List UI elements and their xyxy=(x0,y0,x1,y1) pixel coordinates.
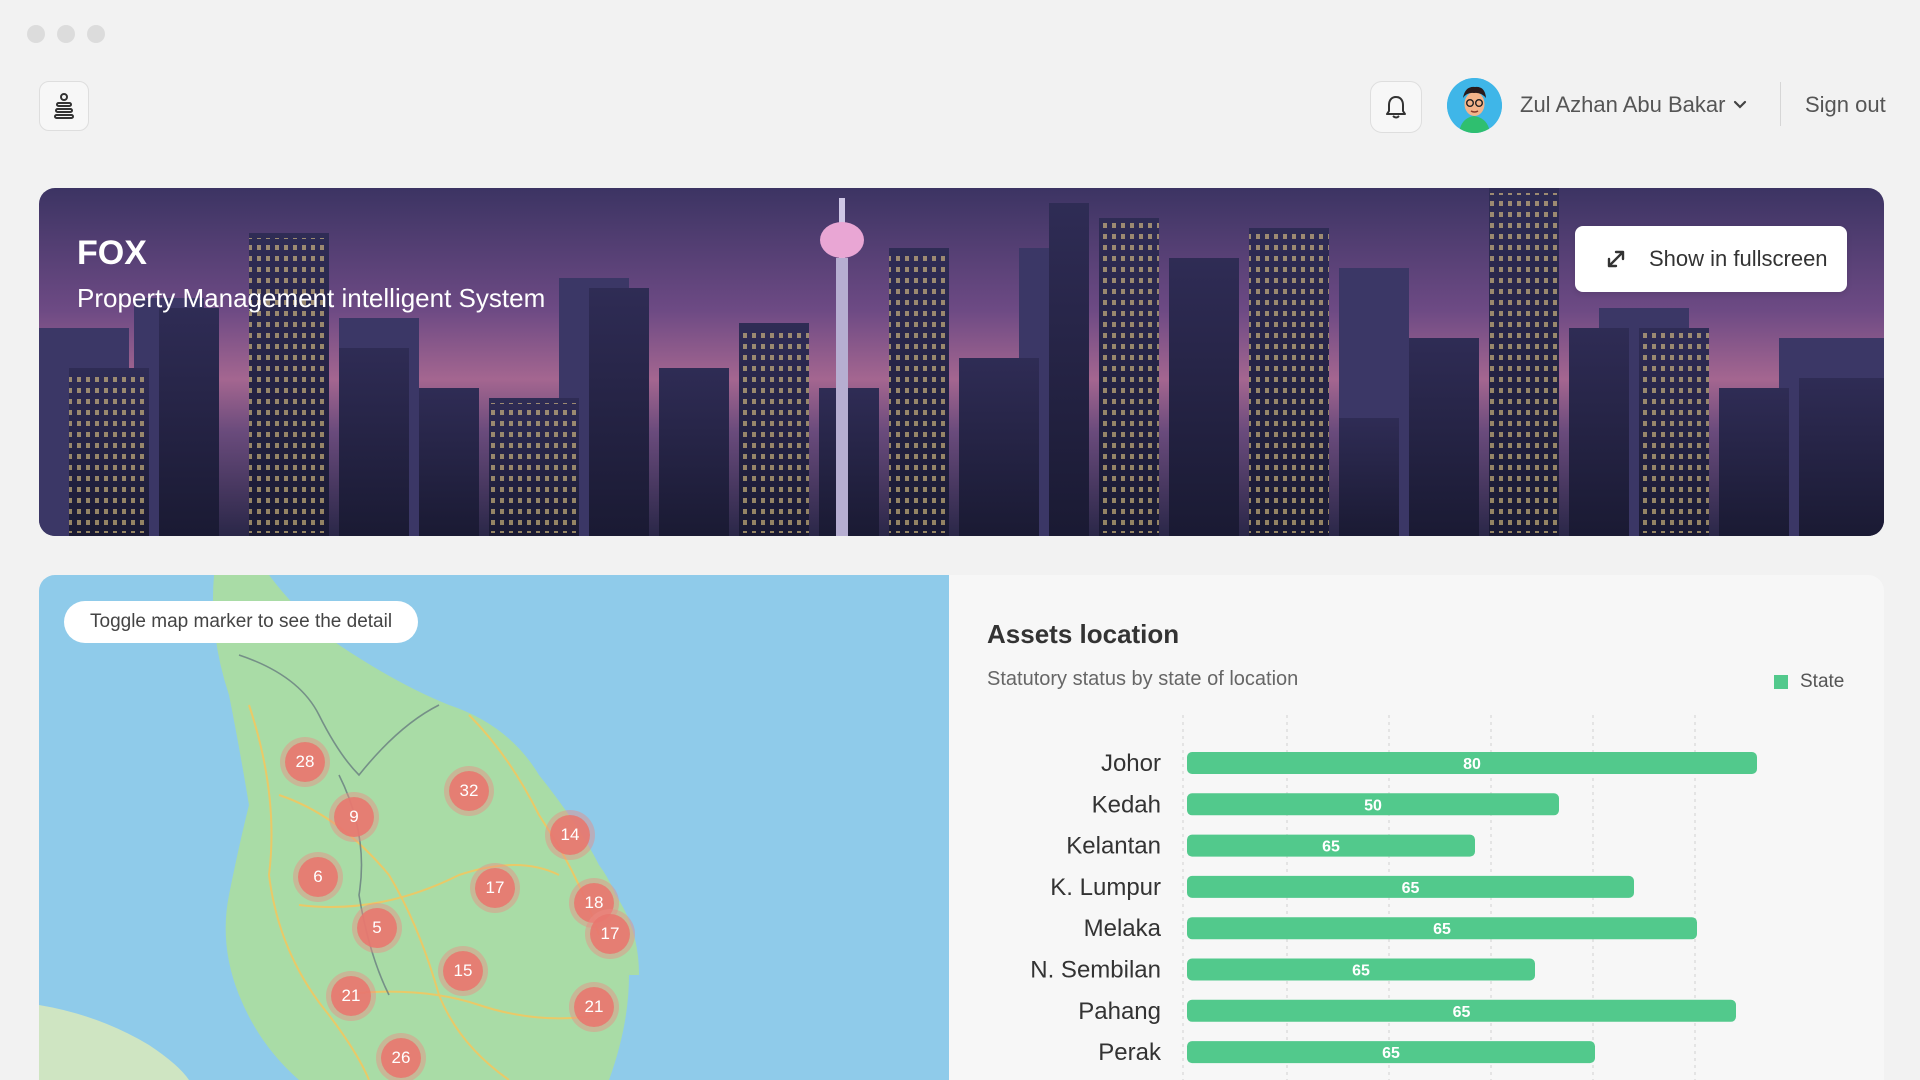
user-name[interactable]: Zul Azhan Abu Bakar xyxy=(1520,92,1725,118)
assets-location-panel: Johor 80 Kedah 50 Kelantan 65 K. Lumpur 65 Melak… xyxy=(949,575,1884,1080)
avatar[interactable] xyxy=(1447,78,1502,133)
map-marker[interactable]: 21 xyxy=(331,976,371,1016)
chart-title: Assets location xyxy=(987,619,1180,649)
category-label: Kelantan xyxy=(1066,833,1161,860)
sign-out-link[interactable]: Sign out xyxy=(1805,92,1886,118)
hero-banner: FOX Property Management intelligent Syst… xyxy=(39,188,1884,536)
chart-legend: State xyxy=(1774,671,1844,693)
show-fullscreen-button[interactable]: Show in fullscreen xyxy=(1575,226,1847,292)
category-label: K. Lumpur xyxy=(1050,874,1161,901)
map-hint-pill: Toggle map marker to see the detail xyxy=(64,601,419,643)
window-minimize-dot[interactable] xyxy=(57,25,75,43)
category-label: Pahang xyxy=(1078,998,1161,1025)
assets-bar-chart: Johor 80 Kedah 50 Kelantan 65 K. Lumpur 65 Melak… xyxy=(1030,715,1757,1080)
map-marker[interactable]: 5 xyxy=(357,908,397,948)
window-close-dot[interactable] xyxy=(27,25,45,43)
expand-icon xyxy=(1607,250,1625,268)
bell-icon xyxy=(1386,96,1406,119)
category-label: Johor xyxy=(1101,750,1161,777)
map-marker[interactable]: 21 xyxy=(574,987,614,1027)
map-marker[interactable]: 17 xyxy=(475,868,515,908)
legend-swatch xyxy=(1774,675,1788,689)
window-controls xyxy=(27,25,105,43)
window-maximize-dot[interactable] xyxy=(87,25,105,43)
map-marker[interactable]: 26 xyxy=(381,1038,421,1078)
category-label: Kedah xyxy=(1092,791,1161,818)
bar-data-label: 65 xyxy=(1433,921,1451,938)
peninsula-map xyxy=(39,575,639,1080)
notifications-button[interactable] xyxy=(1370,81,1422,133)
assets-map[interactable]: Toggle map marker to see the detail 28 3… xyxy=(39,575,949,1080)
map-marker[interactable]: 14 xyxy=(550,815,590,855)
category-label: N. Sembilan xyxy=(1030,957,1161,984)
bar-data-label: 80 xyxy=(1463,756,1481,773)
user-menu-toggle[interactable] xyxy=(1733,97,1747,115)
show-fullscreen-label: Show in fullscreen xyxy=(1649,246,1828,271)
menu-button[interactable] xyxy=(39,81,89,131)
bar-data-label: 65 xyxy=(1453,1004,1471,1021)
header-divider xyxy=(1780,82,1781,126)
map-marker[interactable]: 17 xyxy=(590,914,630,954)
bar-data-label: 65 xyxy=(1382,1045,1400,1062)
map-marker[interactable]: 6 xyxy=(298,857,338,897)
bar-data-label: 65 xyxy=(1322,839,1340,856)
chart-subtitle: Statutory status by state of location xyxy=(987,668,1299,690)
category-label: Melaka xyxy=(1084,915,1162,942)
map-marker[interactable]: 9 xyxy=(334,797,374,837)
bar-data-label: 65 xyxy=(1352,963,1370,980)
map-marker[interactable]: 28 xyxy=(285,742,325,782)
menu-icon xyxy=(54,93,74,119)
category-label: Perak xyxy=(1098,1039,1162,1066)
legend-label: State xyxy=(1800,671,1845,692)
chevron-down-icon xyxy=(1733,100,1747,109)
bar-data-label: 50 xyxy=(1364,797,1382,814)
bar-data-label: 65 xyxy=(1402,880,1420,897)
brand-subtitle: Property Management intelligent System xyxy=(77,283,546,313)
map-marker[interactable]: 15 xyxy=(443,951,483,991)
brand-name: FOX xyxy=(77,234,147,272)
map-marker[interactable]: 32 xyxy=(449,771,489,811)
